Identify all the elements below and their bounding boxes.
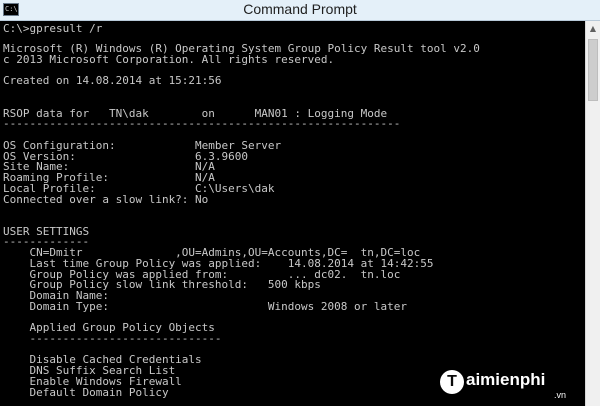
vertical-scrollbar[interactable]: ▲ <box>585 21 600 406</box>
watermark-brand: aimienphi <box>466 370 546 389</box>
watermark-logo: T aimienphi .vn <box>440 368 590 402</box>
watermark-t-icon: T <box>440 370 464 394</box>
console-line: Default Domain Policy <box>3 386 169 399</box>
console-line: Domain Type: Windows 2008 or later <box>3 300 407 313</box>
console-output[interactable]: C:\>gpresult /r Microsoft (R) Windows (R… <box>0 21 585 406</box>
title-bar[interactable]: C:\ Command Prompt <box>0 0 600 21</box>
console-line: ----------------------------------------… <box>3 117 401 130</box>
console-line: c 2013 Microsoft Corporation. All rights… <box>3 53 335 66</box>
scrollbar-thumb[interactable] <box>588 39 598 101</box>
console-line: Created on 14.08.2014 at 15:21:56 <box>3 74 222 87</box>
arrow-up-icon[interactable]: ▲ <box>586 21 600 37</box>
watermark-domain: .vn <box>554 390 567 400</box>
console-line: Connected over a slow link?: No <box>3 193 209 206</box>
console-line: C:\>gpresult /r <box>3 22 103 35</box>
console-line: ----------------------------- <box>3 332 222 345</box>
window-title: Command Prompt <box>243 1 357 17</box>
